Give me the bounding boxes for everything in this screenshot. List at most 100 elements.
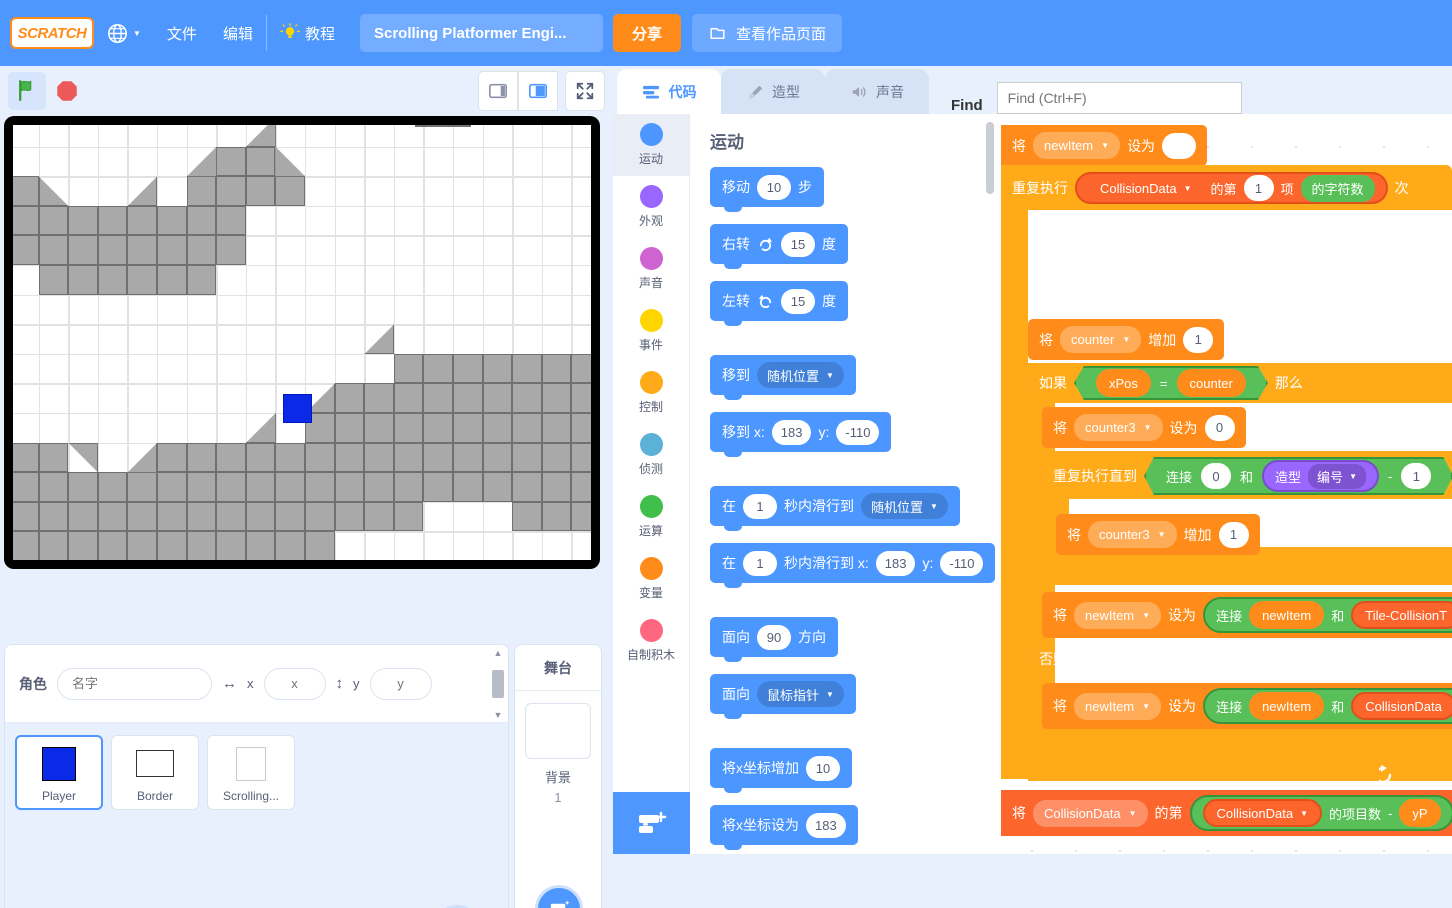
block-if-header[interactable]: 如果 xPos = counter 那么 — [1028, 363, 1314, 403]
category-events[interactable]: 事件 — [613, 300, 689, 362]
item-of-list-reporter[interactable]: CollisionData ▼ 的第 1 项 的字符数 — [1075, 172, 1388, 204]
xpos-variable-reporter[interactable]: xPos — [1096, 369, 1151, 397]
block-glide-to[interactable]: 在 1 秒内滑行到 随机位置 ▼ — [710, 486, 960, 531]
goto-y-input[interactable]: -110 — [836, 419, 880, 445]
small-stage-button[interactable] — [478, 70, 518, 111]
category-motion[interactable]: 运动 — [613, 114, 689, 176]
direction-input[interactable]: 90 — [757, 624, 791, 650]
code-workspace[interactable]: 将 newItem ▼ 设为 重复执行 CollisionData ▼ 的第 1… — [1001, 114, 1452, 854]
replace-list-dropdown[interactable]: CollisionData ▼ — [1033, 799, 1148, 827]
sprite-card-scrolling[interactable]: Scrolling... — [207, 735, 295, 810]
block-set-x-to[interactable]: 将x坐标设为 183 — [710, 805, 858, 850]
large-stage-button[interactable] — [518, 70, 558, 111]
equals-operator[interactable]: xPos = counter — [1074, 366, 1268, 400]
glide-y-input[interactable]: -110 — [940, 550, 984, 576]
length-of-reporter[interactable]: 的字符数 — [1300, 174, 1375, 202]
counter-var-dropdown[interactable]: counter ▼ — [1060, 326, 1142, 353]
scrollbar-thumb[interactable] — [492, 670, 504, 698]
glide-target-dropdown[interactable]: 随机位置 ▼ — [861, 493, 948, 519]
block-go-to-xy[interactable]: 移到 x: 183 y: -110 — [710, 412, 892, 457]
block-turn-left[interactable]: 左转 15 度 — [710, 281, 848, 326]
palette-scrollbar[interactable] — [986, 122, 994, 194]
join-operator-tile[interactable]: 连接 newItem 和 Tile-CollisionT — [1203, 597, 1452, 633]
glide-secs-input[interactable]: 1 — [743, 493, 777, 519]
block-replace-item[interactable]: 将 CollisionData ▼ 的第 CollisionData ▼ 的项目… — [1001, 790, 1452, 836]
counter3-var-dropdown[interactable]: counter3 ▼ — [1074, 414, 1163, 441]
share-button[interactable]: 分享 — [612, 14, 681, 52]
block-palette[interactable]: 运动 移动 10 步 右转 15 度 左转 15 度 移到 随机位置 ▼ 移到 … — [690, 114, 1001, 854]
category-sensing[interactable]: 侦测 — [613, 424, 689, 486]
block-set-newitem-tile[interactable]: 将 newItem ▼ 设为 连接 newItem 和 Tile-Collisi… — [1042, 592, 1452, 638]
change-x-input[interactable]: 10 — [806, 755, 840, 781]
block-point-towards[interactable]: 面向 鼠标指针 ▼ — [710, 674, 856, 719]
sprite-info-scrollbar[interactable]: ▲ ▼ — [490, 648, 506, 720]
make-a-block-button[interactable] — [613, 792, 690, 854]
block-set-counter3[interactable]: 将 counter3 ▼ 设为 0 — [1042, 407, 1246, 448]
block-set-newitem-collision[interactable]: 将 newItem ▼ 设为 连接 newItem 和 CollisionDat… — [1042, 683, 1452, 729]
tab-code[interactable]: 代码 — [617, 69, 721, 114]
counter3-change-dropdown[interactable]: counter3 ▼ — [1088, 521, 1177, 548]
set-x-input[interactable]: 183 — [806, 812, 846, 838]
change-counter-value-input[interactable]: 1 — [1183, 326, 1214, 353]
newitem-dropdown-2[interactable]: newItem ▼ — [1074, 601, 1162, 629]
costume-property-reporter[interactable]: 造型 编号 ▼ — [1262, 460, 1379, 492]
move-steps-input[interactable]: 10 — [757, 174, 791, 200]
repeat-until-condition[interactable]: 连接 0 和 造型 编号 ▼ - 1 — [1144, 457, 1452, 495]
costume-prop-dropdown[interactable]: 编号 ▼ — [1308, 464, 1366, 489]
tile-collision-reporter[interactable]: Tile-CollisionT — [1351, 601, 1452, 629]
add-backdrop-button[interactable] — [535, 885, 583, 908]
block-glide-to-xy[interactable]: 在 1 秒内滑行到 x: 183 y: -110 — [710, 543, 996, 588]
project-title-input[interactable]: Scrolling Platformer Engi... — [359, 14, 603, 52]
category-control[interactable]: 控制 — [613, 362, 689, 424]
category-variables[interactable]: 变量 — [613, 548, 689, 610]
collisiondata-reporter[interactable]: CollisionData — [1351, 692, 1452, 720]
go-to-target-dropdown[interactable]: 随机位置 ▼ — [757, 362, 844, 388]
category-looks[interactable]: 外观 — [613, 176, 689, 238]
length-list-dropdown[interactable]: CollisionData ▼ — [1202, 799, 1323, 827]
stop-button[interactable] — [54, 78, 80, 104]
newitem-reporter[interactable]: newItem — [1249, 601, 1325, 629]
block-change-counter3[interactable]: 将 counter3 ▼ 增加 1 — [1056, 514, 1260, 555]
category-operators[interactable]: 运算 — [613, 486, 689, 548]
join-operator-collision[interactable]: 连接 newItem 和 CollisionData — [1203, 688, 1452, 724]
counter-variable-reporter[interactable]: counter — [1177, 369, 1246, 397]
sprite-card-border[interactable]: Border — [111, 735, 199, 810]
file-menu[interactable]: 文件 — [154, 0, 210, 66]
glide-x-input[interactable]: 183 — [875, 550, 916, 576]
minus-value-input[interactable]: 1 — [1401, 463, 1431, 489]
tab-costumes[interactable]: 造型 — [721, 69, 825, 114]
block-go-to[interactable]: 移到 随机位置 ▼ — [710, 355, 856, 400]
fullscreen-button[interactable] — [565, 70, 605, 111]
block-move-steps[interactable]: 移动 10 步 — [710, 167, 824, 212]
glide-xy-secs-input[interactable]: 1 — [743, 550, 777, 576]
stage-canvas[interactable] — [13, 125, 591, 560]
green-flag-button[interactable] — [8, 71, 46, 110]
block-change-x-by[interactable]: 将x坐标增加 10 — [710, 748, 852, 793]
change-counter3-value-input[interactable]: 1 — [1218, 521, 1249, 548]
point-towards-dropdown[interactable]: 鼠标指针 ▼ — [757, 681, 844, 707]
block-point-in-direction[interactable]: 面向 90 方向 — [710, 617, 838, 662]
list-index-input[interactable]: 1 — [1243, 175, 1274, 201]
tab-sounds[interactable]: 声音 — [825, 69, 929, 114]
subtract-operator[interactable]: CollisionData ▼ 的项目数 - yP — [1189, 795, 1452, 831]
block-set-newitem[interactable]: 将 newItem ▼ 设为 — [1001, 125, 1208, 166]
category-sound[interactable]: 声音 — [613, 238, 689, 300]
goto-x-input[interactable]: 183 — [771, 419, 812, 445]
newitem-var-dropdown[interactable]: newItem ▼ — [1033, 132, 1121, 159]
block-change-counter[interactable]: 将 counter ▼ 增加 1 — [1028, 319, 1225, 360]
block-repeat-until-header[interactable]: 重复执行直到 连接 0 和 造型 编号 ▼ - 1 — [1042, 454, 1452, 498]
collisiondata-list-dropdown[interactable]: CollisionData ▼ — [1088, 175, 1204, 201]
language-menu[interactable]: ▼ — [94, 0, 154, 66]
yp-variable-reporter[interactable]: yP — [1399, 799, 1441, 827]
turn-left-degrees-input[interactable]: 15 — [781, 288, 815, 314]
newitem-reporter-2[interactable]: newItem — [1249, 692, 1325, 720]
find-input[interactable] — [996, 82, 1242, 114]
scratch-logo[interactable]: SCRATCH — [10, 17, 94, 49]
player-sprite[interactable] — [282, 393, 312, 424]
sprite-name-input[interactable] — [57, 667, 212, 700]
block-repeat-header[interactable]: 重复执行 CollisionData ▼ 的第 1 项 的字符数 次 — [1001, 166, 1420, 210]
join-left-input[interactable]: 0 — [1201, 463, 1231, 489]
see-project-page-button[interactable]: 查看作品页面 — [691, 14, 842, 52]
category-my-blocks[interactable]: 自制积木 — [613, 610, 689, 672]
sprite-card-player[interactable]: Player — [15, 735, 103, 810]
